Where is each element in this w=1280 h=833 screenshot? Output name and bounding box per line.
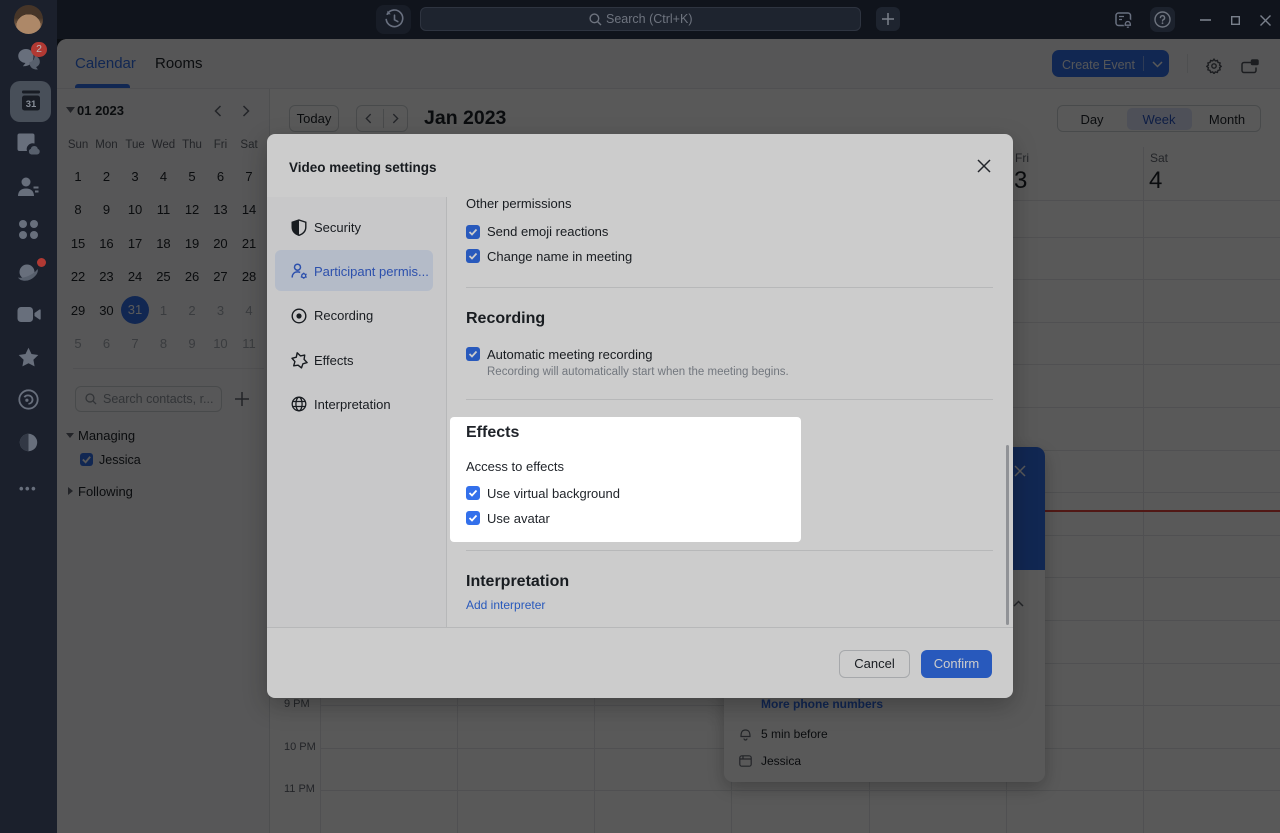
svg-text:31: 31 [26,99,37,110]
